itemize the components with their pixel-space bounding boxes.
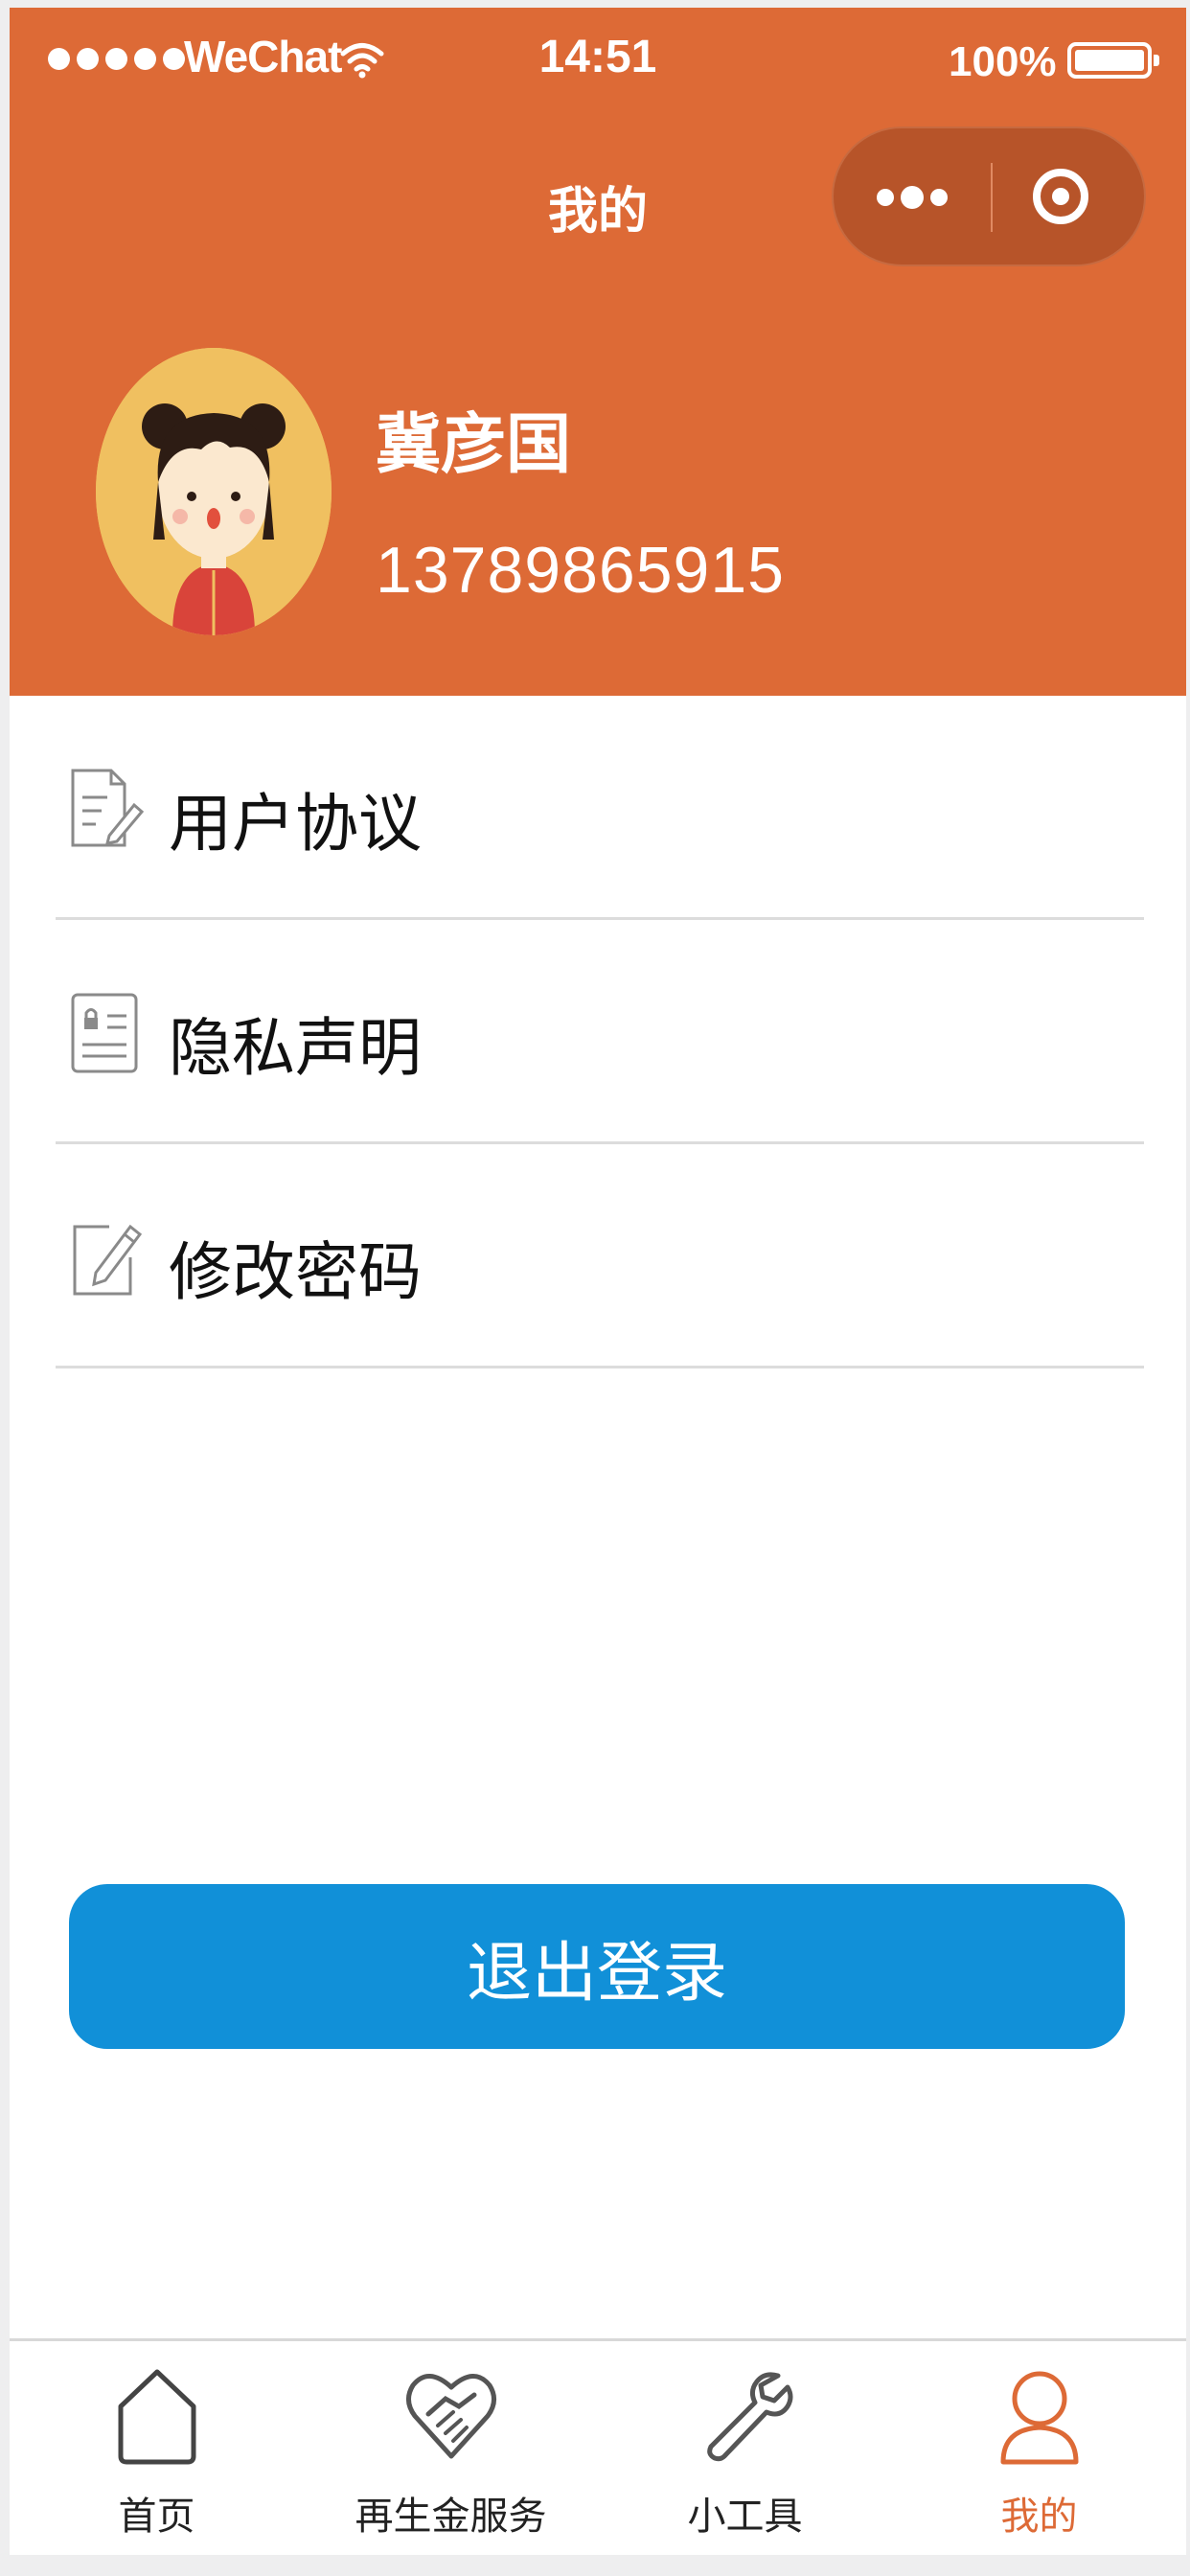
wrench-icon bbox=[698, 2362, 793, 2472]
menu-label-user-agreement: 用户协议 bbox=[169, 787, 422, 861]
menu-item-change-password[interactable]: 修改密码 bbox=[56, 1144, 1144, 1368]
tab-label-tools: 小工具 bbox=[687, 2495, 803, 2539]
menu-label-privacy: 隐私声明 bbox=[169, 1011, 422, 1085]
document-edit-icon bbox=[67, 765, 145, 851]
tab-mine[interactable]: 我的 bbox=[892, 2341, 1186, 2555]
capsule-divider bbox=[991, 163, 993, 232]
logout-button[interactable]: 退出登录 bbox=[69, 1884, 1125, 2049]
user-name: 冀彦国 bbox=[376, 407, 572, 483]
privacy-card-icon bbox=[67, 989, 144, 1075]
avatar[interactable] bbox=[96, 348, 332, 635]
profile-header: WeChat 14:51 100% 我的 冀彦国 13789865915 bbox=[10, 8, 1186, 696]
battery-icon bbox=[1067, 42, 1159, 79]
tab-label-mine: 我的 bbox=[1000, 2495, 1078, 2539]
home-icon bbox=[111, 2362, 203, 2472]
bottom-tab-bar: 首页 再生金服务 小工具 我的 bbox=[10, 2338, 1186, 2555]
tab-home[interactable]: 首页 bbox=[10, 2341, 304, 2555]
status-bar: WeChat 14:51 100% bbox=[10, 8, 1186, 113]
phone-screen: WeChat 14:51 100% 我的 冀彦国 13789865915 用户协… bbox=[10, 8, 1186, 2555]
tab-tools[interactable]: 小工具 bbox=[598, 2341, 892, 2555]
menu-label-change-password: 修改密码 bbox=[169, 1235, 422, 1309]
battery-percent: 100% bbox=[949, 38, 1057, 85]
menu-item-privacy[interactable]: 隐私声明 bbox=[56, 920, 1144, 1144]
user-icon bbox=[992, 2362, 1087, 2472]
pencil-edit-icon bbox=[67, 1213, 144, 1300]
menu-item-user-agreement[interactable]: 用户协议 bbox=[56, 696, 1144, 920]
close-miniprogram-icon[interactable] bbox=[1033, 169, 1088, 224]
more-options-icon[interactable] bbox=[834, 128, 991, 268]
heart-handshake-icon bbox=[403, 2362, 499, 2472]
user-phone: 13789865915 bbox=[376, 534, 786, 607]
tab-label-recycle-service: 再生金服务 bbox=[355, 2495, 547, 2539]
miniprogram-capsule bbox=[832, 126, 1146, 266]
tab-label-home: 首页 bbox=[118, 2495, 195, 2539]
tab-recycle-service[interactable]: 再生金服务 bbox=[304, 2341, 598, 2555]
